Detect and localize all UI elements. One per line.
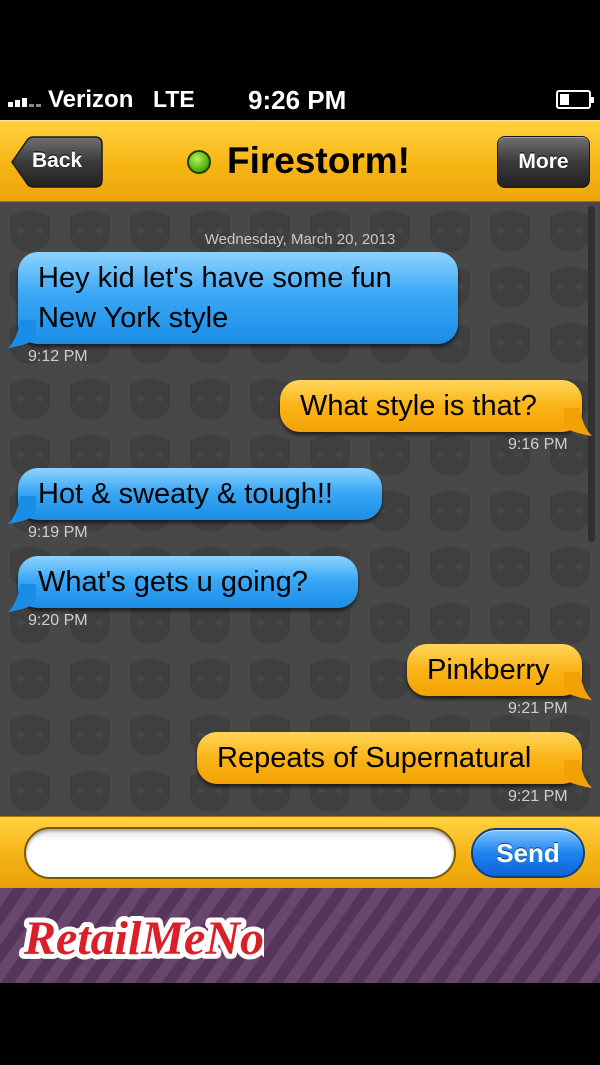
carrier-name: Verizon [48, 86, 134, 113]
message-text: Hot & sweaty & tough!! [38, 478, 333, 510]
retailmenot-logo: RetailMeNot RetailMeNot [18, 907, 264, 970]
message-text: What's gets u going? [38, 566, 308, 598]
chat-area[interactable]: Wednesday, March 20, 2013 Hey kid let's … [0, 202, 600, 816]
ad-banner[interactable]: RetailMeNot RetailMeNot [0, 888, 600, 983]
date-header: Wednesday, March 20, 2013 [204, 231, 396, 248]
battery-icon [556, 90, 594, 109]
status-bar: Verizon LTE 9:26 PM [0, 0, 600, 120]
message-text: New York style [38, 302, 229, 334]
message-text: Repeats of Supernatural [217, 742, 532, 774]
bubble-tail [8, 584, 36, 612]
page-title: Firestorm! [227, 140, 410, 181]
bottom-bezel [0, 983, 600, 1065]
chat-scrollbar[interactable] [588, 206, 595, 542]
bubble-tail [564, 408, 592, 436]
more-button-label: More [518, 150, 569, 173]
message-text: What style is that? [300, 390, 537, 422]
back-button-label: Back [32, 149, 83, 172]
message-input[interactable] [24, 827, 456, 879]
message-bubble-outgoing[interactable]: Repeats of Supernatural [197, 732, 592, 788]
more-button[interactable]: More [497, 136, 590, 188]
message-time: 9:21 PM [508, 788, 568, 805]
message-time: 9:21 PM [508, 700, 568, 717]
message-bubble-incoming[interactable]: Hey kid let's have some fun New York sty… [8, 252, 458, 348]
battery-level-fill [560, 94, 569, 105]
message-time: 9:16 PM [508, 436, 568, 453]
back-button[interactable]: Back [10, 136, 103, 188]
send-button[interactable]: Send [471, 828, 585, 878]
online-status-icon [187, 150, 211, 174]
message-composer: Send [0, 816, 600, 888]
bubble-tail [8, 320, 36, 348]
message-bubble-incoming[interactable]: Hot & sweaty & tough!! [8, 468, 382, 524]
status-time: 9:26 PM [248, 85, 347, 115]
message-time: 9:20 PM [28, 612, 88, 629]
message-bubble-incoming[interactable]: What's gets u going? [8, 556, 358, 612]
message-time: 9:12 PM [28, 348, 88, 365]
message-bubble-outgoing[interactable]: What style is that? [280, 380, 592, 436]
message-text: Hey kid let's have some fun [38, 262, 392, 294]
signal-icon [8, 95, 48, 107]
bubble-tail [8, 496, 36, 524]
message-time: 9:19 PM [28, 524, 88, 541]
bubble-tail [564, 672, 592, 700]
message-text: Pinkberry [427, 654, 550, 686]
network-type: LTE [153, 86, 195, 112]
send-button-label: Send [496, 838, 560, 868]
message-bubble-outgoing[interactable]: Pinkberry [407, 644, 592, 700]
bubble-tail [564, 760, 592, 788]
navigation-bar: Back Firestorm! More [0, 120, 600, 202]
svg-text:RetailMeNot: RetailMeNot [23, 912, 264, 965]
